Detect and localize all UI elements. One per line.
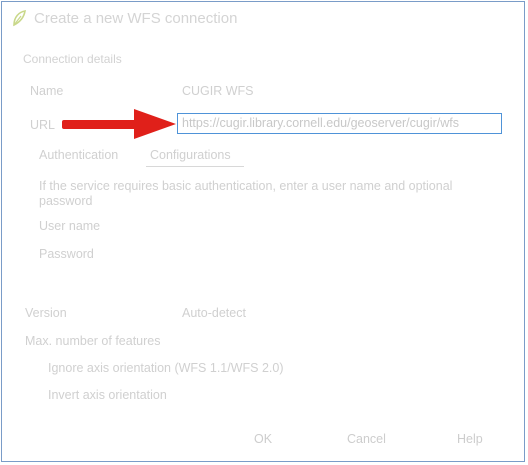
ignore-axis-checkbox[interactable]: Ignore axis orientation (WFS 1.1/WFS 2.0… [48,361,284,375]
cancel-button[interactable]: Cancel [347,432,386,446]
tab-authentication[interactable]: Authentication [39,148,118,162]
annotation-arrow [62,109,176,139]
version-select[interactable]: Auto-detect [182,306,246,320]
ok-button[interactable]: OK [254,432,272,446]
tab-configurations[interactable]: Configurations [150,148,231,162]
password-label: Password [39,247,94,261]
qgis-leaf-icon [13,10,26,27]
version-label: Version [25,306,67,320]
help-button[interactable]: Help [457,432,483,446]
username-label: User name [39,219,101,233]
max-features-label: Max. number of features [25,334,161,348]
name-label: Name [30,84,64,98]
name-field[interactable]: CUGIR WFS [182,84,254,98]
invert-axis-checkbox[interactable]: Invert axis orientation [48,388,167,402]
url-field[interactable]: https://cugir.library.cornell.edu/geoser… [177,113,502,134]
tab-underline [146,166,244,167]
dialog-title: Create a new WFS connection [34,10,238,27]
connection-details-heading: Connection details [23,52,122,66]
auth-description: If the service requires basic authentica… [39,179,453,208]
url-label: URL [30,118,56,132]
